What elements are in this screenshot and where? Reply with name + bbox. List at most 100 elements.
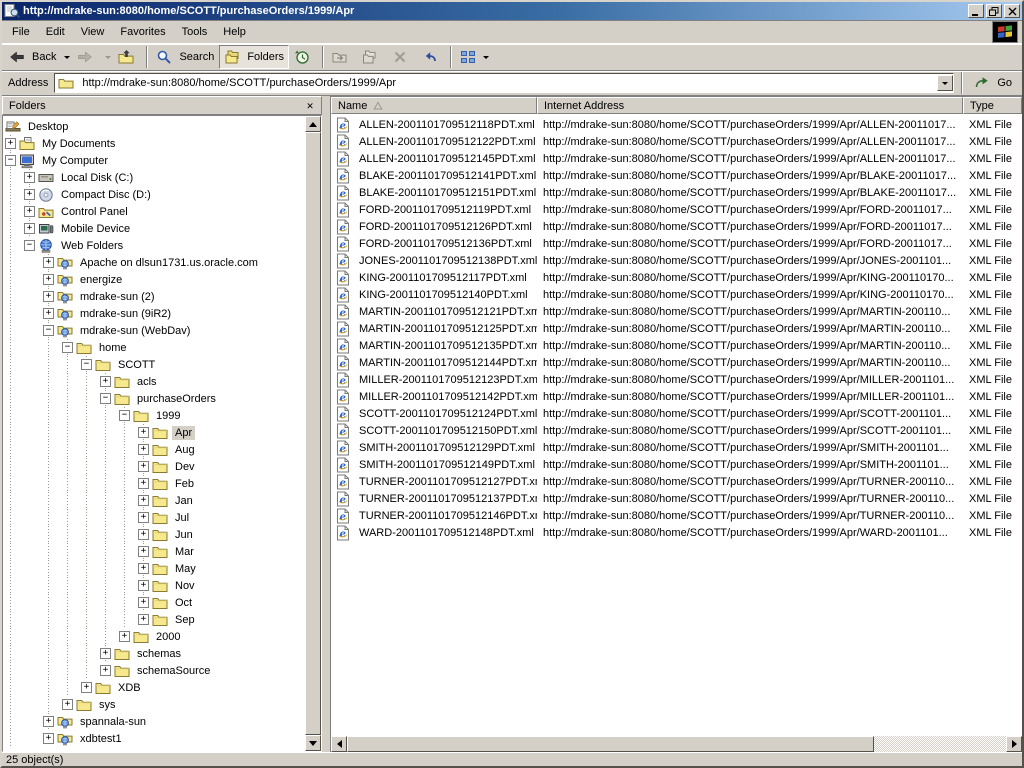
minimize-button[interactable] [968,4,984,18]
tree-expand-plus-icon[interactable]: + [138,563,149,574]
tree-item-nov[interactable]: +Nov [3,577,305,594]
scroll-thumb[interactable] [347,736,874,752]
tree-expand-plus-icon[interactable]: + [43,274,54,285]
tree-item-jul[interactable]: +Jul [3,509,305,526]
tree-expand-plus-icon[interactable]: + [138,580,149,591]
tree-expand-plus-icon[interactable]: + [24,206,35,217]
tree-expand-minus-icon[interactable]: − [81,359,92,370]
tree-item-may[interactable]: +May [3,560,305,577]
tree-item-1999[interactable]: −1999 [3,407,305,424]
tree-item-my-documents[interactable]: +My Documents [3,135,305,152]
tree-expand-plus-icon[interactable]: + [138,427,149,438]
file-row[interactable]: eALLEN-2001101709512118PDT.xmlhttp://mdr… [331,116,1022,133]
history-button[interactable] [289,45,319,69]
forward-button[interactable] [72,45,102,69]
tree-item-my-computer[interactable]: −My Computer [3,152,305,169]
column-header-type[interactable]: Type [963,97,1022,114]
menu-help[interactable]: Help [215,23,254,41]
tree-item-sys[interactable]: +sys [3,696,305,713]
file-row[interactable]: eSMITH-2001101709512149PDT.xmlhttp://mdr… [331,456,1022,473]
file-row[interactable]: eMARTIN-2001101709512135PDT.xmlhttp://md… [331,337,1022,354]
undo-button[interactable] [417,45,447,69]
tree-expand-plus-icon[interactable]: + [138,495,149,506]
folders-button[interactable]: Folders [219,45,289,69]
tree-expand-minus-icon[interactable]: − [62,342,73,353]
menu-edit[interactable]: Edit [38,23,73,41]
tree-expand-plus-icon[interactable]: + [100,376,111,387]
tree-item-xdb[interactable]: +XDB [3,679,305,696]
tree-expand-minus-icon[interactable]: − [5,155,16,166]
file-row[interactable]: eMILLER-2001101709512142PDT.xmlhttp://md… [331,388,1022,405]
file-row[interactable]: eALLEN-2001101709512122PDT.xmlhttp://mdr… [331,133,1022,150]
delete-button[interactable] [387,45,417,69]
close-folders-icon[interactable]: ✕ [303,99,317,112]
tree-item-purchaseorders[interactable]: −purchaseOrders [3,390,305,407]
tree-vertical-scrollbar[interactable] [305,116,321,751]
move-to-button[interactable] [327,45,357,69]
tree-expand-minus-icon[interactable]: − [100,393,111,404]
tree-expand-plus-icon[interactable]: + [138,597,149,608]
file-row[interactable]: eFORD-2001101709512126PDT.xmlhttp://mdra… [331,218,1022,235]
file-row[interactable]: eMARTIN-2001101709512121PDT.xmlhttp://md… [331,303,1022,320]
file-row[interactable]: eKING-2001101709512140PDT.xmlhttp://mdra… [331,286,1022,303]
tree-expand-plus-icon[interactable]: + [138,546,149,557]
tree-expand-plus-icon[interactable]: + [24,172,35,183]
tree-item-mar[interactable]: +Mar [3,543,305,560]
back-button[interactable]: Back [4,45,61,69]
tree-item-mdrake-sun-9ir2[interactable]: +mdrake-sun (9iR2) [3,305,305,322]
go-button[interactable]: Go [970,73,1018,93]
tree-expand-plus-icon[interactable]: + [62,699,73,710]
list-horizontal-scrollbar[interactable] [331,736,1022,752]
tree-expand-plus-icon[interactable]: + [43,308,54,319]
file-row[interactable]: eTURNER-2001101709512137PDT.xmlhttp://md… [331,490,1022,507]
scroll-down-button[interactable] [305,735,321,751]
tree-item-desktop[interactable]: Desktop [3,118,305,135]
tree-expand-plus-icon[interactable]: + [43,716,54,727]
tree-item-mdrake-sun-2[interactable]: +mdrake-sun (2) [3,288,305,305]
file-row[interactable]: eJONES-2001101709512138PDT.xmlhttp://mdr… [331,252,1022,269]
tree-item-oct[interactable]: +Oct [3,594,305,611]
tree-item-feb[interactable]: +Feb [3,475,305,492]
tree-item-spannala-sun[interactable]: +spannala-sun [3,713,305,730]
scroll-left-button[interactable] [331,736,347,752]
tree-item-schemasource[interactable]: +schemaSource [3,662,305,679]
tree-expand-minus-icon[interactable]: − [24,240,35,251]
scroll-track[interactable] [874,736,1006,752]
tree-item-jan[interactable]: +Jan [3,492,305,509]
menu-file[interactable]: File [4,23,38,41]
tree-item-web-folders[interactable]: −Web Folders [3,237,305,254]
scroll-thumb[interactable] [305,132,321,735]
tree-expand-plus-icon[interactable]: + [138,444,149,455]
tree-expand-plus-icon[interactable]: + [24,189,35,200]
back-dropdown[interactable] [61,45,72,69]
tree-item-jun[interactable]: +Jun [3,526,305,543]
tree-expand-plus-icon[interactable]: + [5,138,16,149]
tree-expand-plus-icon[interactable]: + [138,461,149,472]
tree-expand-plus-icon[interactable]: + [138,529,149,540]
file-row[interactable]: eWARD-2001101709512148PDT.xmlhttp://mdra… [331,524,1022,541]
file-row[interactable]: eTURNER-2001101709512127PDT.xmlhttp://md… [331,473,1022,490]
tree-expand-plus-icon[interactable]: + [81,682,92,693]
tree-expand-minus-icon[interactable]: − [43,325,54,336]
tree-item-energize[interactable]: +energize [3,271,305,288]
tree-expand-plus-icon[interactable]: + [100,665,111,676]
tree-expand-plus-icon[interactable]: + [43,257,54,268]
file-row[interactable]: eFORD-2001101709512136PDT.xmlhttp://mdra… [331,235,1022,252]
tree-item-compact-disc-d[interactable]: +Compact Disc (D:) [3,186,305,203]
menu-tools[interactable]: Tools [174,23,216,41]
column-header-internet-address[interactable]: Internet Address [537,97,963,114]
restore-button[interactable] [986,4,1002,18]
tree-item-xdbtest1[interactable]: +xdbtest1 [3,730,305,747]
tree-expand-plus-icon[interactable]: + [138,478,149,489]
scroll-right-button[interactable] [1006,736,1022,752]
file-row[interactable]: eALLEN-2001101709512145PDT.xmlhttp://mdr… [331,150,1022,167]
tree-expand-plus-icon[interactable]: + [119,631,130,642]
tree-expand-minus-icon[interactable]: − [119,410,130,421]
tree-item-mdrake-sun-webdav[interactable]: −mdrake-sun (WebDav) [3,322,305,339]
tree-item-schemas[interactable]: +schemas [3,645,305,662]
menu-favorites[interactable]: Favorites [112,23,173,41]
tree-expand-plus-icon[interactable]: + [24,223,35,234]
tree-item-scott[interactable]: −SCOTT [3,356,305,373]
tree-item-aug[interactable]: +Aug [3,441,305,458]
tree-item-home[interactable]: −home [3,339,305,356]
